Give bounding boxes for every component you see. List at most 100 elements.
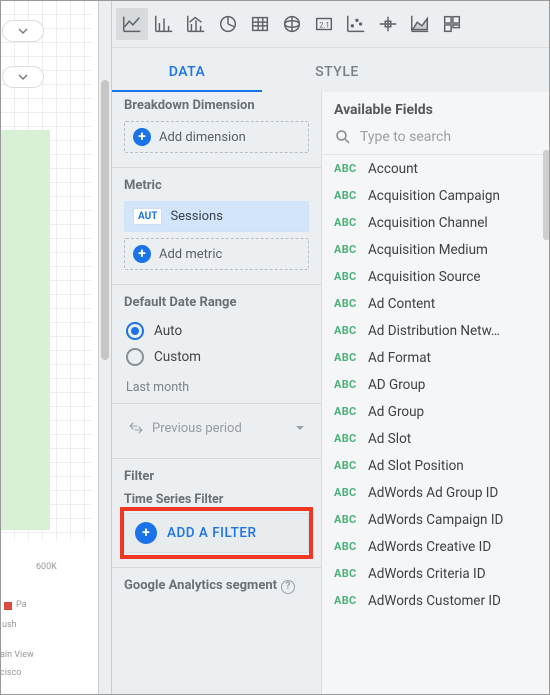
field-name: AD Group: [368, 377, 425, 393]
field-name: AdWords Creative ID: [368, 539, 491, 555]
help-icon[interactable]: ?: [281, 580, 295, 594]
plus-icon: +: [133, 245, 151, 263]
field-name: AdWords Campaign ID: [368, 512, 503, 528]
field-item[interactable]: ABCAd Group: [322, 398, 550, 425]
table-icon[interactable]: [244, 8, 276, 40]
last-month-label: Last month: [126, 380, 309, 395]
radio-custom[interactable]: Custom: [124, 344, 309, 370]
fields-scrollbar[interactable]: [543, 150, 550, 240]
field-item[interactable]: ABCAdWords Customer ID: [322, 587, 550, 614]
chart-type-toolbar: 2.1: [112, 0, 550, 48]
plus-icon: +: [135, 522, 157, 544]
aut-badge: AUT: [133, 208, 162, 225]
radio-icon: [126, 322, 144, 340]
field-item[interactable]: ABC Ad Slot Position: [322, 452, 550, 479]
field-item[interactable]: ABC Ad Format: [322, 344, 550, 371]
abc-badge: ABC: [334, 216, 358, 229]
radio-custom-label: Custom: [154, 349, 201, 365]
abc-badge: ABC: [334, 351, 358, 364]
tab-style[interactable]: STYLE: [262, 52, 412, 92]
bullet-chart-icon[interactable]: [372, 8, 404, 40]
abc-badge: ABC: [334, 243, 358, 256]
geo-chart-icon[interactable]: [276, 8, 308, 40]
abc-badge: ABC: [334, 189, 358, 202]
tabs: DATA STYLE: [112, 48, 550, 92]
field-item[interactable]: ABC Ad Content: [322, 290, 550, 317]
field-item[interactable]: ABC Acquisition Source: [322, 263, 550, 290]
available-fields-title: Available Fields: [322, 92, 550, 124]
panel-resize-handle[interactable]: [98, 0, 112, 695]
search-input[interactable]: [360, 129, 538, 145]
pivot-icon[interactable]: [436, 8, 468, 40]
svg-text:2.1: 2.1: [319, 20, 329, 29]
field-item[interactable]: ABC AD Group: [322, 371, 550, 398]
field-item[interactable]: ABC Ad Slot: [322, 425, 550, 452]
field-item[interactable]: ABCAdWords Ad Group ID: [322, 479, 550, 506]
field-name: Ad Group: [368, 404, 424, 420]
add-dimension-label: Add dimension: [159, 130, 246, 145]
abc-badge: ABC: [334, 486, 358, 499]
chevron-down-icon: [295, 423, 305, 433]
tab-data[interactable]: DATA: [112, 52, 262, 92]
compare-dropdown[interactable]: Previous period: [124, 412, 309, 444]
radio-auto[interactable]: Auto: [124, 318, 309, 344]
area-chart-icon[interactable]: [404, 8, 436, 40]
abc-badge: ABC: [334, 567, 358, 580]
metric-title: Metric: [124, 178, 309, 193]
filter-sub: Time Series Filter: [124, 492, 309, 507]
breakdown-title: Breakdown Dimension: [124, 98, 309, 113]
scorecard-icon[interactable]: 2.1: [308, 8, 340, 40]
compare-arrows-icon: [128, 420, 144, 436]
add-metric-label: Add metric: [159, 247, 222, 262]
field-item[interactable]: ABC Acquisition Campaign: [322, 182, 550, 209]
field-name: Acquisition Medium: [368, 242, 488, 258]
field-name: AdWords Customer ID: [368, 593, 501, 609]
abc-badge: ABC: [334, 540, 358, 553]
abc-badge: ABC: [334, 324, 358, 337]
field-item[interactable]: ABC Acquisition Channel: [322, 209, 550, 236]
metric-sessions-label: Sessions: [170, 209, 223, 224]
pie-chart-icon[interactable]: [212, 8, 244, 40]
segment-title: Google Analytics segment?: [124, 578, 309, 594]
field-name: Ad Slot: [368, 431, 411, 447]
field-item[interactable]: ABCAdWords Campaign ID: [322, 506, 550, 533]
abc-badge: ABC: [334, 378, 358, 391]
field-item[interactable]: ABC AdWords Creative ID: [322, 533, 550, 560]
field-name: Ad Slot Position: [368, 458, 464, 474]
add-filter-button[interactable]: + ADD A FILTER: [124, 513, 309, 553]
abc-badge: ABC: [334, 432, 358, 445]
axis-label: 600K: [36, 562, 57, 572]
field-item[interactable]: ABCAccount: [322, 155, 550, 182]
add-dimension-button[interactable]: + Add dimension: [124, 121, 309, 153]
combo-chart-icon[interactable]: [180, 8, 212, 40]
scatter-chart-icon[interactable]: [340, 8, 372, 40]
field-name: Ad Distribution Netw…: [368, 323, 500, 339]
radio-icon: [126, 348, 144, 366]
add-metric-button[interactable]: + Add metric: [124, 238, 309, 270]
radio-auto-label: Auto: [154, 323, 182, 339]
scrollbar-thumb[interactable]: [101, 80, 109, 360]
add-filter-label: ADD A FILTER: [167, 525, 257, 541]
abc-badge: ABC: [334, 162, 358, 175]
bar-chart-icon[interactable]: [148, 8, 180, 40]
dropdown-stub[interactable]: [2, 20, 44, 42]
field-name: Ad Format: [368, 350, 431, 366]
abc-badge: ABC: [334, 297, 358, 310]
dropdown-stub[interactable]: [2, 66, 44, 88]
field-item[interactable]: ABCAdWords Criteria ID: [322, 560, 550, 587]
abc-badge: ABC: [334, 270, 358, 283]
date-range-title: Default Date Range: [124, 295, 309, 310]
metric-sessions-chip[interactable]: AUT Sessions: [124, 201, 309, 232]
field-name: Ad Content: [368, 296, 435, 312]
field-item[interactable]: ABC Acquisition Medium: [322, 236, 550, 263]
data-panel: Breakdown Dimension + Add dimension Metr…: [112, 92, 322, 695]
field-name: Acquisition Source: [368, 269, 481, 285]
field-name: Acquisition Campaign: [368, 188, 500, 204]
field-item[interactable]: ABC Ad Distribution Netw…: [322, 317, 550, 344]
search-icon: [334, 128, 352, 146]
field-name: Acquisition Channel: [368, 215, 488, 231]
line-chart-icon[interactable]: [116, 8, 148, 40]
filter-title: Filter: [124, 469, 309, 484]
abc-badge: ABC: [334, 459, 358, 472]
available-fields-panel: Available Fields ABCAccountABCAcquisitio…: [322, 92, 550, 695]
